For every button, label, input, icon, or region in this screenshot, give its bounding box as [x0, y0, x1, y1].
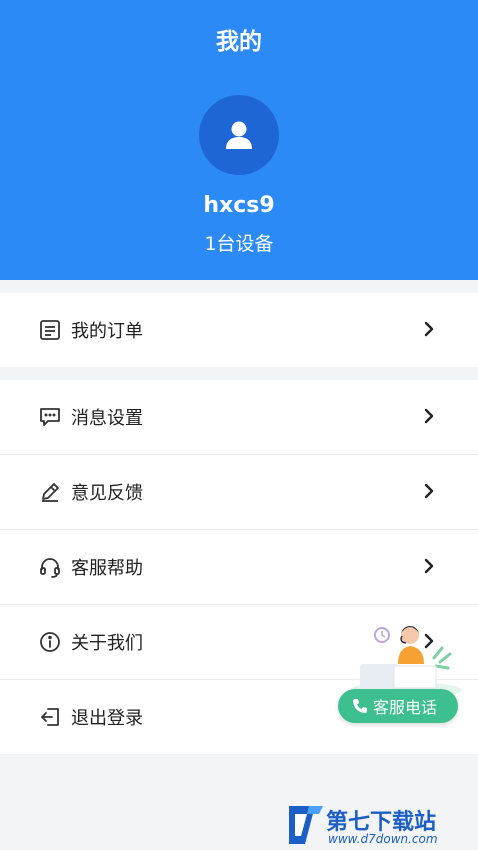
menu-item-label: 客服帮助: [71, 558, 143, 579]
menu-item-feedback[interactable]: 意见反馈: [0, 455, 478, 530]
menu-item-label: 意见反馈: [71, 483, 143, 504]
avatar[interactable]: [199, 95, 279, 175]
headset-icon: [38, 555, 62, 579]
chevron-right-icon: [424, 483, 434, 499]
menu-item-message-settings[interactable]: 消息设置: [0, 380, 478, 455]
user-icon: [226, 121, 252, 149]
menu-group-orders: 我的订单: [0, 293, 478, 367]
menu-item-label: 消息设置: [71, 408, 143, 429]
menu-item-label: 退出登录: [71, 708, 143, 729]
d7-logo-icon: [289, 806, 323, 844]
device-count[interactable]: 1台设备: [0, 229, 478, 256]
menu-item-label: 关于我们: [71, 633, 143, 654]
info-icon: [38, 630, 62, 654]
customer-service-phone-button[interactable]: 客服电话: [338, 689, 458, 723]
watermark-url: www.d7down.com: [328, 832, 438, 846]
menu-item-orders[interactable]: 我的订单: [0, 293, 478, 367]
chevron-right-icon: [424, 408, 434, 424]
menu-item-label: 我的订单: [71, 321, 143, 342]
profile-header: 我的 hxcs9 1台设备: [0, 0, 478, 280]
order-list-icon: [38, 318, 62, 342]
customer-service-label: 客服电话: [373, 698, 438, 717]
username: hxcs9: [203, 193, 275, 218]
site-watermark: 第七下载站 www.d7down.com: [283, 800, 478, 850]
chevron-right-icon: [424, 321, 434, 337]
page-title: 我的: [216, 29, 262, 55]
message-icon: [38, 405, 62, 429]
pencil-icon: [38, 480, 62, 504]
logout-icon: [38, 705, 62, 729]
chevron-right-icon: [424, 558, 434, 574]
phone-icon: [353, 699, 367, 713]
menu-item-customer-help[interactable]: 客服帮助: [0, 530, 478, 605]
